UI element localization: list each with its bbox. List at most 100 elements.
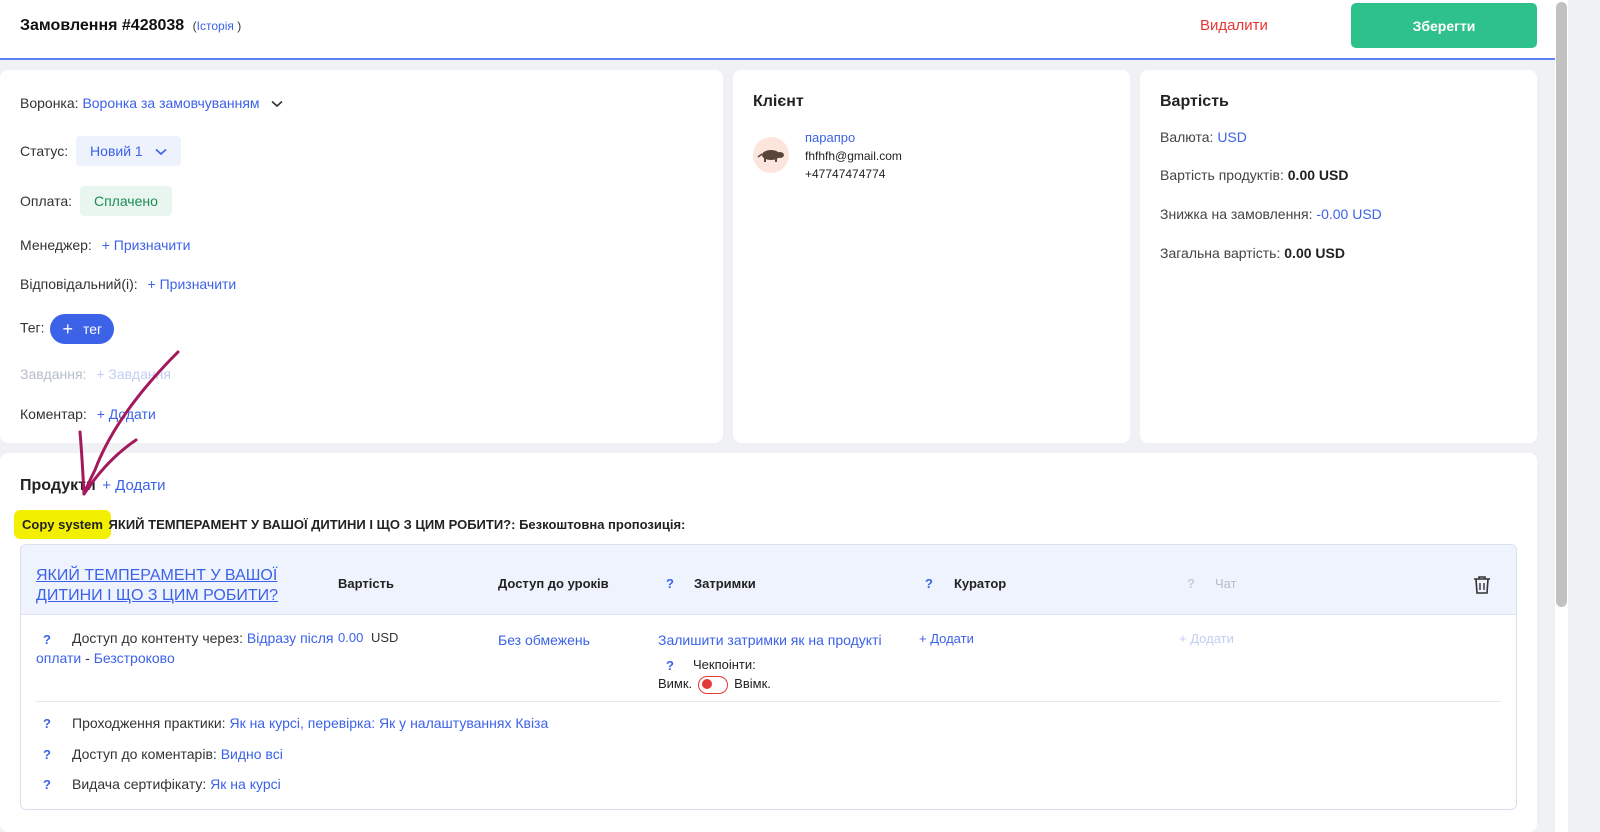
comments-access-label: Доступ до коментарів:: [72, 746, 217, 762]
help-icon: ?: [925, 576, 933, 591]
product-name-line: Copy system ЯКИЙ ТЕМПЕРАМЕНТ У ВАШОЇ ДИТ…: [20, 516, 686, 533]
checkpoints-toggle[interactable]: [698, 675, 729, 694]
content-access-label: Доступ до контенту через:: [72, 630, 243, 646]
save-button[interactable]: Зберегти: [1351, 3, 1537, 48]
tasks-row: Завдання: + Завдання: [20, 366, 171, 382]
price-value-link[interactable]: 0.00: [338, 630, 363, 645]
history-close-paren: ): [237, 19, 242, 33]
scrollbar-thumb[interactable]: [1556, 2, 1567, 607]
client-info: парапро fhfhfh@gmail.com +47747474774: [805, 129, 902, 183]
add-task-link[interactable]: + Завдання: [96, 366, 171, 382]
client-card: Клієнт парапро fhfhfh@gmail.com +4774747…: [733, 70, 1130, 443]
help-icon: ?: [43, 747, 51, 762]
chat-column-header: Чат: [1215, 576, 1237, 591]
comment-row: Коментар: + Додати: [20, 406, 156, 422]
help-icon: ?: [43, 777, 51, 792]
order-title: Замовлення #428038 (Історія ): [20, 17, 241, 35]
add-tag-button[interactable]: + тег: [50, 314, 115, 344]
payment-row: Оплата: Сплачено: [20, 186, 172, 216]
delays-help[interactable]: ?: [666, 576, 674, 591]
add-curator-link[interactable]: + Додати: [919, 631, 974, 646]
currency-select[interactable]: USD: [1217, 129, 1247, 145]
toggle-on-label: Ввімк.: [734, 676, 771, 691]
status-select[interactable]: Новий 1: [76, 136, 181, 166]
total-value: 0.00 USD: [1284, 245, 1345, 261]
trash-icon: [1474, 576, 1490, 594]
lesson-access-link[interactable]: Без обмежень: [498, 632, 590, 648]
certificate-row: Видача сертифікату: Як на курсі: [72, 774, 281, 794]
cost-section-title: Вартість: [1160, 93, 1229, 110]
practice-label: Проходження практики:: [72, 715, 226, 731]
certificate-help[interactable]: ?: [43, 774, 51, 795]
product-title-link[interactable]: ЯКИЙ ТЕМПЕРАМЕНТ У ВАШОЇ ДИТИНИ І ЩО З Ц…: [36, 566, 296, 606]
top-bar: Замовлення #428038 (Історія ) Видалити З…: [0, 0, 1568, 60]
add-tag-label: тег: [82, 321, 103, 337]
client-section-title: Клієнт: [753, 93, 804, 110]
help-icon: ?: [1187, 576, 1195, 591]
divider: [36, 701, 1501, 702]
delete-button[interactable]: Видалити: [1200, 17, 1268, 34]
add-chat-link[interactable]: + Додати: [1179, 631, 1234, 646]
content-access-separator: -: [85, 650, 90, 666]
products-section-title: Продукти: [20, 477, 96, 494]
payment-label: Оплата:: [20, 193, 73, 209]
access-column-header: Доступ до уроків: [498, 576, 609, 591]
client-name-link[interactable]: парапро: [805, 129, 902, 147]
product-item: ЯКИЙ ТЕМПЕРАМЕНТ У ВАШОЇ ДИТИНИ І ЩО З Ц…: [20, 544, 1517, 810]
delays-link[interactable]: Залишити затримки як на продукті: [658, 632, 882, 648]
chat-cell: + Додати: [1179, 629, 1234, 649]
payment-status-badge: Сплачено: [79, 186, 172, 216]
add-product-link[interactable]: + Додати: [102, 477, 165, 494]
history: (Історія ): [193, 19, 242, 33]
history-link[interactable]: Історія: [197, 19, 234, 33]
status-label: Статус:: [20, 143, 69, 159]
price-column-header: Вартість: [338, 576, 394, 591]
curator-help[interactable]: ?: [925, 576, 933, 591]
chevron-down-icon: [271, 101, 283, 108]
certificate-link[interactable]: Як на курсі: [210, 776, 281, 792]
funnel-select[interactable]: Воронка за замовчуванням: [82, 95, 283, 111]
comments-access-link[interactable]: Видно всі: [221, 746, 283, 762]
funnel-row: Воронка: Воронка за замовчуванням: [20, 95, 283, 111]
funnel-label: Воронка:: [20, 95, 79, 111]
chat-help[interactable]: ?: [1187, 576, 1195, 591]
curator-column-header: Куратор: [954, 576, 1007, 591]
comments-help[interactable]: ?: [43, 744, 51, 765]
products-cost-value: 0.00 USD: [1287, 167, 1349, 183]
checkpoints-help[interactable]: ?: [666, 655, 674, 676]
assign-responsible-link[interactable]: + Призначити: [148, 276, 237, 292]
curator-cell: + Додати: [919, 629, 974, 649]
highlight-label: Copy system: [20, 516, 105, 533]
assign-manager-link[interactable]: + Призначити: [102, 237, 191, 253]
funnel-value: Воронка за замовчуванням: [82, 95, 260, 111]
comment-label: Коментар:: [20, 406, 87, 422]
delete-product-button[interactable]: [1473, 575, 1491, 598]
comments-access-row: Доступ до коментарів: Видно всі: [72, 744, 283, 764]
certificate-label: Видача сертифікату:: [72, 776, 207, 792]
help-icon: ?: [666, 576, 674, 591]
content-access-duration-link[interactable]: Безстроково: [94, 650, 175, 666]
client-email: fhfhfh@gmail.com: [805, 149, 902, 163]
products-header: Продукти + Додати: [20, 477, 166, 495]
product-line-text: ЯКИЙ ТЕМПЕРАМЕНТ У ВАШОЇ ДИТИНИ І ЩО З Ц…: [108, 517, 686, 532]
discount-label: Знижка на замовлення:: [1160, 206, 1313, 222]
add-comment-link[interactable]: + Додати: [97, 406, 156, 422]
practice-link[interactable]: Як на курсі, перевірка: Як у налаштуванн…: [229, 715, 548, 731]
tag-row: Тег: + тег: [20, 314, 115, 344]
manager-row: Менеджер: + Призначити: [20, 237, 190, 253]
toggle-off-label: Вимк.: [658, 676, 693, 691]
discount-link[interactable]: -0.00 USD: [1316, 206, 1381, 222]
tag-label: Тег:: [20, 319, 45, 336]
lesson-access-cell: Без обмежень: [498, 630, 590, 650]
practice-help[interactable]: ?: [43, 713, 51, 734]
price-cell: 0.00 USD: [338, 628, 398, 648]
avatar[interactable]: [753, 137, 789, 173]
cost-card: Вартість Валюта: USD Вартість продуктів:…: [1140, 70, 1537, 443]
status-value: Новий 1: [90, 143, 143, 159]
products-cost-row: Вартість продуктів: 0.00 USD: [1160, 167, 1348, 183]
checkpoints-toggle-row: Вимк. Ввімк.: [658, 674, 771, 694]
manager-label: Менеджер:: [20, 237, 92, 253]
responsible-label: Відповідальний(і):: [20, 276, 138, 292]
price-currency: USD: [370, 630, 399, 645]
total-row: Загальна вартість: 0.00 USD: [1160, 245, 1345, 261]
